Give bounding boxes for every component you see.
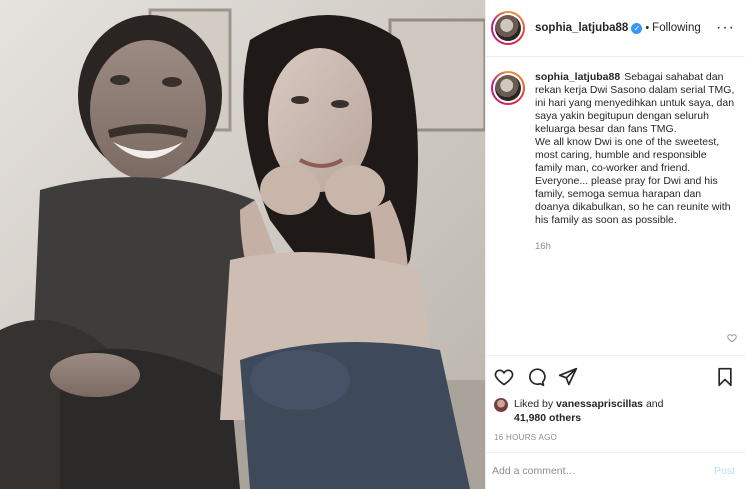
caption-timestamp[interactable]: 16h: [535, 240, 735, 253]
caption-paragraph-1: sophia_latjuba88 Sebagai sahabat dan reka…: [535, 71, 735, 136]
bookmark-icon[interactable]: [715, 367, 735, 387]
post-header: sophia_latjuba88 ✓ • Following ···: [486, 0, 745, 57]
heart-icon[interactable]: [494, 367, 514, 387]
caption-avatar[interactable]: [491, 71, 525, 105]
liker-avatar[interactable]: [494, 398, 508, 412]
verified-badge-icon: ✓: [631, 22, 643, 34]
add-comment-bar: Post: [486, 452, 745, 489]
likes-text: Liked by vanessapriscillas and 41,980 ot…: [514, 397, 663, 425]
caption-username[interactable]: sophia_latjuba88: [535, 71, 620, 83]
post-time-ago[interactable]: 16 HOURS AGO: [494, 433, 735, 442]
caption-body: sophia_latjuba88 Sebagai sahabat dan reka…: [535, 71, 735, 253]
likes-prefix: Liked by: [514, 398, 554, 410]
post-comment-button[interactable]: Post: [714, 465, 735, 477]
comments-section: sophia_latjuba88 Sebagai sahabat dan reka…: [486, 57, 745, 349]
post-photo-image: [0, 0, 485, 489]
add-comment-input[interactable]: [492, 465, 714, 477]
caption-paragraph-3: Everyone... please pray for Dwi and his …: [535, 175, 731, 226]
author-avatar[interactable]: [491, 11, 525, 45]
more-options-icon[interactable]: ···: [716, 20, 735, 36]
action-icon-row: [494, 366, 735, 388]
author-username[interactable]: sophia_latjuba88: [535, 22, 628, 34]
caption-like-heart-icon[interactable]: [727, 333, 737, 346]
liker-username[interactable]: vanessapriscillas: [556, 398, 643, 410]
likes-others-count[interactable]: 41,980 others: [514, 412, 581, 424]
post-side-panel: sophia_latjuba88 ✓ • Following ··· sophi…: [485, 0, 745, 489]
post-actions: Liked by vanessapriscillas and 41,980 ot…: [486, 355, 745, 442]
header-separator: •: [645, 22, 650, 34]
comment-icon[interactable]: [526, 367, 546, 387]
likes-connector: and: [645, 398, 664, 410]
caption-paragraph-2: We all know Dwi is one of the sweetest, …: [535, 136, 720, 174]
following-button[interactable]: Following: [652, 22, 701, 34]
post-photo[interactable]: [0, 0, 485, 489]
caption-row: sophia_latjuba88 Sebagai sahabat dan reka…: [491, 71, 735, 253]
share-icon[interactable]: [558, 367, 578, 387]
likes-row: Liked by vanessapriscillas and 41,980 ot…: [494, 397, 735, 425]
